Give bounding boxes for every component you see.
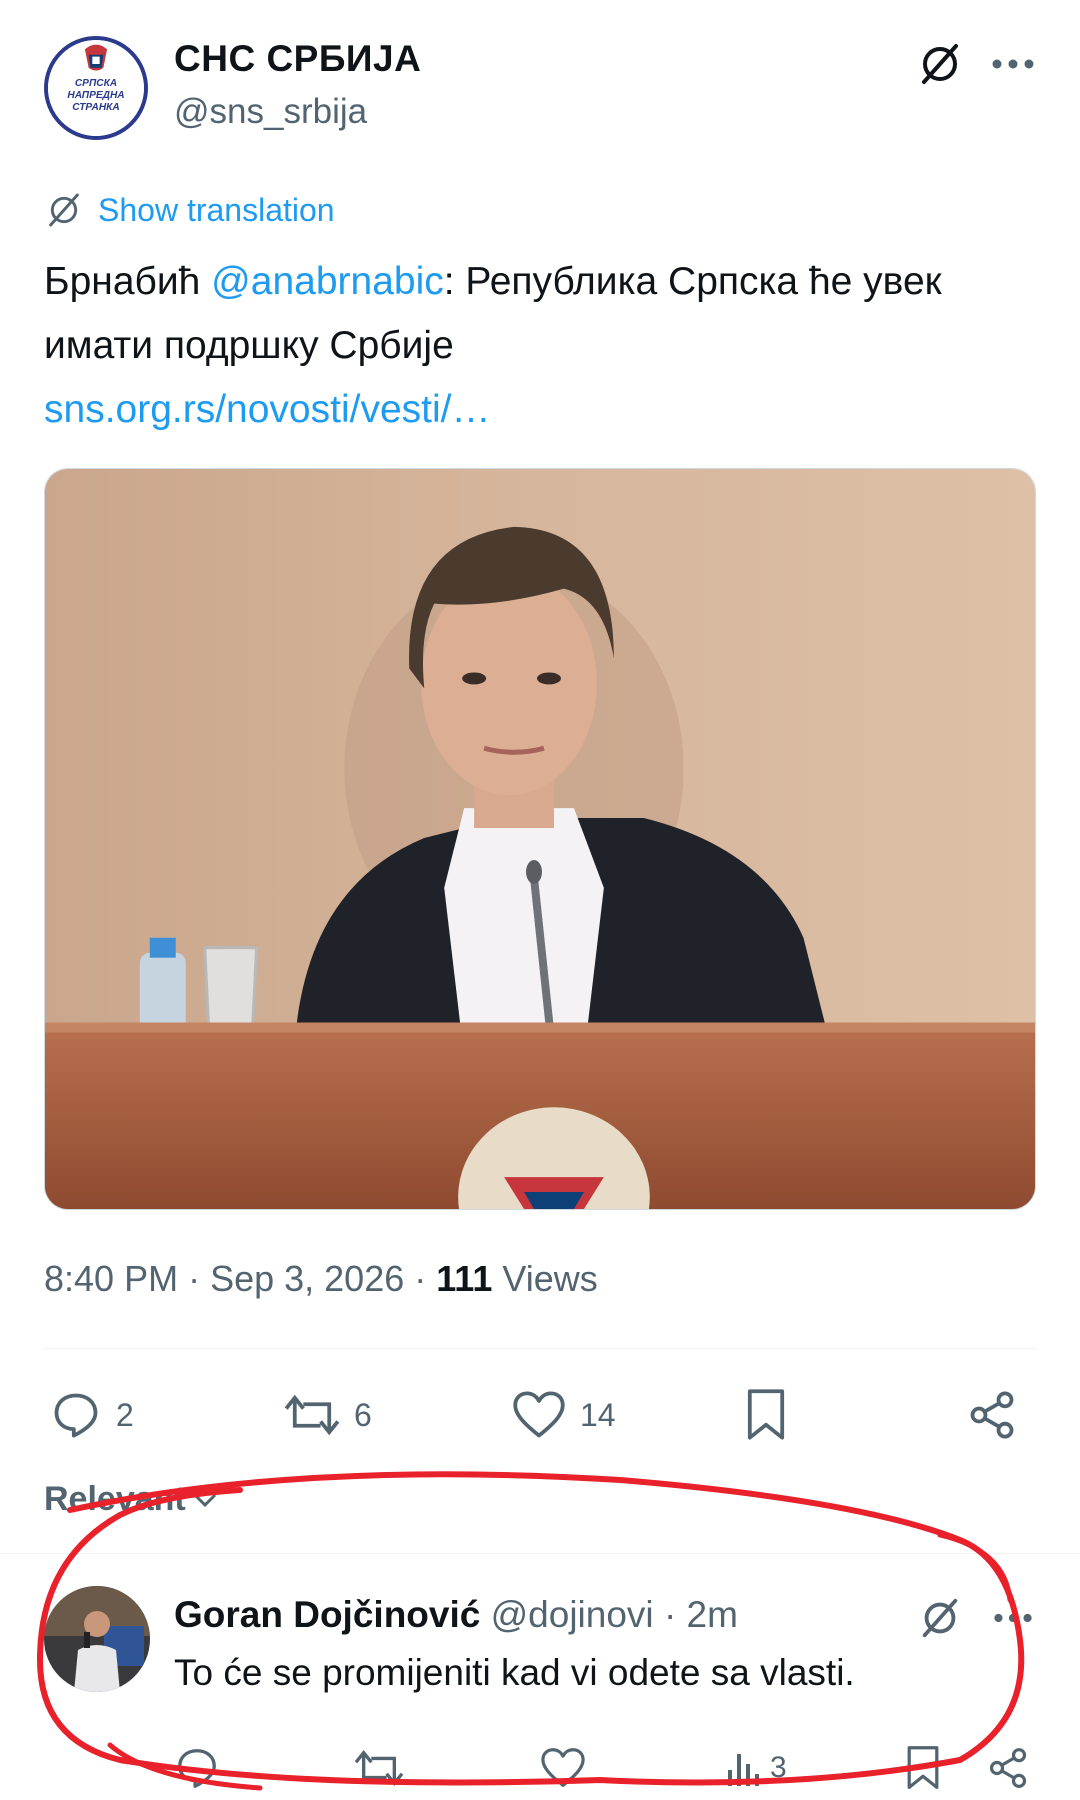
tweet-action-bar: 2 6 14 [44, 1380, 1036, 1450]
translate-icon [49, 193, 79, 227]
reply-grok-button[interactable] [912, 1590, 968, 1646]
views-icon [728, 1754, 759, 1786]
repost-count: 6 [354, 1396, 372, 1433]
reply-button[interactable]: 2 [50, 1380, 134, 1450]
reply-bookmark-button[interactable] [904, 1738, 942, 1798]
like-button[interactable]: 14 [512, 1380, 616, 1450]
svg-text:НАПРЕДНА: НАПРЕДНА [67, 90, 124, 101]
reply-repost-button[interactable] [354, 1738, 404, 1798]
share-button[interactable] [966, 1380, 1018, 1450]
repost-icon [354, 1749, 404, 1787]
reply-header: Goran Dojčinović @dojinovi · 2m [174, 1594, 738, 1636]
share-icon [989, 1748, 1027, 1788]
reply-icon [54, 1393, 98, 1438]
like-count: 14 [580, 1396, 616, 1433]
repost-button[interactable]: 6 [284, 1380, 372, 1450]
tweet-time: 8:40 PM [44, 1258, 179, 1299]
like-icon [541, 1748, 585, 1787]
tweet-header: СРПСКА НАПРЕДНА СТРАНКА СНС СРБИЈА @sns_… [0, 0, 1080, 170]
sort-replies-dropdown[interactable]: Relevant [44, 1480, 218, 1519]
bookmark-icon [907, 1746, 939, 1789]
like-icon [513, 1391, 565, 1438]
show-translation-button[interactable]: Show translation [44, 188, 335, 232]
reply-views-button[interactable]: 3 [726, 1738, 787, 1798]
repost-icon [284, 1394, 340, 1436]
grok-icon [922, 44, 958, 84]
show-translation-label: Show translation [98, 191, 335, 228]
bookmark-icon [747, 1389, 785, 1440]
svg-text:СРПСКА: СРПСКА [75, 78, 117, 89]
tweet-media-image[interactable] [44, 468, 1036, 1210]
reply-count: 2 [116, 1396, 134, 1433]
reply-more-button[interactable] [985, 1590, 1041, 1646]
mention-link[interactable]: @anabrnabic [211, 260, 444, 303]
separator-dot: · [663, 1594, 677, 1635]
reply-views-count: 3 [770, 1751, 787, 1784]
reply-icon [178, 1749, 216, 1788]
more-icon [992, 59, 1034, 69]
reply-tweet[interactable]: Goran Dojčinović @dojinovi · 2m To će se… [0, 1560, 1080, 1800]
views-count: 111 [436, 1258, 493, 1299]
author-handle[interactable]: @sns_srbija [174, 92, 367, 132]
chevron-down-icon [193, 1493, 216, 1507]
reply-author-handle[interactable]: @dojinovi [491, 1594, 654, 1635]
sort-label: Relevant [44, 1480, 186, 1518]
divider [44, 1348, 1036, 1349]
press-conference-photo [45, 469, 1035, 1209]
reply-reply-button[interactable] [174, 1738, 220, 1798]
more-button[interactable] [985, 36, 1041, 92]
reply-share-button[interactable] [986, 1738, 1030, 1798]
grok-icon [922, 1598, 958, 1638]
share-icon [970, 1391, 1014, 1439]
reply-text: To će se promijeniti kad vi odete sa vla… [174, 1652, 855, 1693]
svg-text:СТРАНКА: СТРАНКА [72, 102, 119, 113]
bookmark-button[interactable] [744, 1380, 788, 1450]
article-link[interactable]: sns.org.rs/novosti/vesti/… [44, 378, 1044, 442]
sns-logo: СРПСКА НАПРЕДНА СТРАНКА [48, 40, 144, 136]
divider [0, 1553, 1080, 1554]
tweet-text-prefix: Брнабић [44, 260, 212, 303]
reply-action-bar: 3 [174, 1738, 1054, 1798]
author-name[interactable]: СНС СРБИЈА [174, 38, 421, 80]
tweet-text: Брнабић @anabrnabic: Република Српска ће… [44, 250, 1044, 442]
more-icon [994, 1613, 1032, 1623]
author-avatar[interactable]: СРПСКА НАПРЕДНА СТРАНКА [44, 36, 148, 140]
tweet-meta: 8:40 PM · Sep 3, 2026 · 111 Views [44, 1258, 598, 1299]
tweet-date: Sep 3, 2026 [210, 1258, 405, 1299]
reply-like-button[interactable] [540, 1738, 586, 1798]
reply-author-name[interactable]: Goran Dojčinović [174, 1594, 480, 1635]
reply-time[interactable]: 2m [687, 1594, 738, 1635]
reply-avatar-photo [44, 1586, 150, 1692]
views-label[interactable]: Views [502, 1258, 597, 1299]
reply-avatar[interactable] [44, 1586, 150, 1692]
grok-button[interactable] [912, 36, 968, 92]
